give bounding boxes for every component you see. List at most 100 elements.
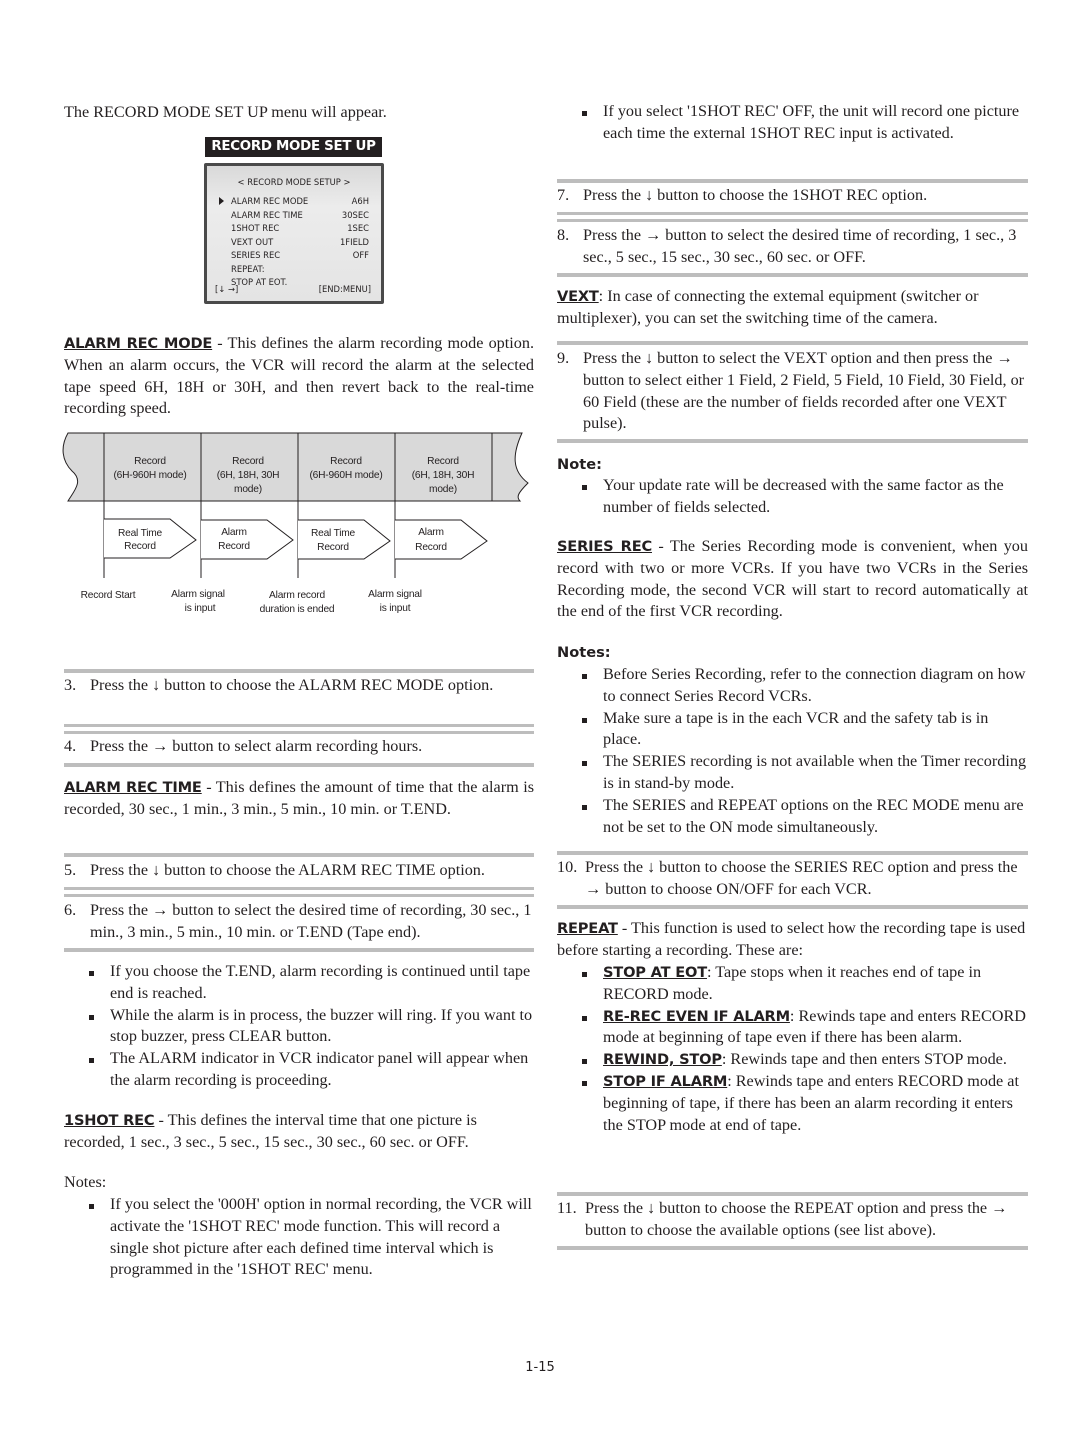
list-item: The SERIES and REPEAT options on the REC… <box>557 795 1028 839</box>
bullet-icon <box>582 111 587 116</box>
svg-text:is input: is input <box>380 603 411 614</box>
repeat-keyword: REPEAT <box>557 920 618 937</box>
svg-text:is input: is input <box>185 603 216 614</box>
osd-end-menu-hint: [END:MENU] <box>318 284 371 294</box>
list-item: If you select the '000H' option in norma… <box>64 1194 534 1281</box>
bullet-icon <box>89 1058 94 1064</box>
osd-row-repeat: REPEAT: <box>231 263 265 274</box>
svg-text:mode): mode) <box>234 484 262 495</box>
series-notes-list: Before Series Recording, refer to the co… <box>557 664 1028 838</box>
osd-menu-header: < RECORD MODE SETUP > <box>237 177 351 187</box>
intro-text: The RECORD MODE SET UP menu will appear. <box>64 103 387 121</box>
osd-menu-title: RECORD MODE SET UP <box>205 137 382 157</box>
svg-text:(6H, 18H, 30H: (6H, 18H, 30H <box>217 470 280 481</box>
section-divider <box>557 179 1028 183</box>
svg-text:(6H-960H mode): (6H-960H mode) <box>113 470 186 481</box>
bullet-icon <box>582 1080 587 1086</box>
alarm-rec-time-paragraph: ALARM REC TIME - This defines the amount… <box>64 778 534 818</box>
osd-row-vext-out: VEXT OUT 1FIELD <box>231 236 369 247</box>
repeat-paragraph: REPEAT - This function is used to select… <box>557 919 1026 959</box>
svg-text:Alarm signal: Alarm signal <box>171 589 225 600</box>
step-3: 3. Press the ↓ button to choose the ALAR… <box>64 676 494 694</box>
notes-label: Notes: <box>557 644 611 661</box>
section-divider <box>64 669 534 673</box>
svg-text:Record: Record <box>124 541 156 552</box>
bullet-icon <box>582 1059 587 1065</box>
bullet-icon <box>582 485 587 490</box>
repeat-options-list: STOP AT EOT: Tape stops when it reaches … <box>557 962 1028 1136</box>
bullet-icon <box>582 972 587 977</box>
osd-row-alarm-rec-time: ALARM REC TIME 30SEC <box>231 209 369 220</box>
svg-text:Record: Record <box>427 456 459 467</box>
list-item: The ALARM indicator in VCR indicator pan… <box>64 1048 534 1092</box>
section-divider <box>64 948 534 952</box>
osd-row-1shot-rec: 1SHOT REC 1SEC <box>231 223 369 233</box>
bullet-icon <box>582 674 587 679</box>
list-item: If you choose the T.END, alarm recording… <box>64 961 534 1005</box>
arrow-shape <box>298 519 391 560</box>
bullet-icon <box>582 717 587 723</box>
osd-row-alarm-rec-mode: ALARM REC MODE A6H <box>231 196 369 206</box>
bullet-icon <box>89 971 94 976</box>
notes-label: Notes: <box>64 1173 107 1191</box>
list-item: If you select '1SHOT REC' OFF, the unit … <box>557 101 1028 145</box>
section-divider <box>64 853 534 857</box>
section-divider <box>64 894 534 897</box>
arrow-shape <box>201 519 294 560</box>
list-item: The SERIES recording is not available wh… <box>557 751 1028 795</box>
svg-text:Record: Record <box>415 542 447 553</box>
alarm-rec-mode-keyword: ALARM REC MODE <box>64 335 213 352</box>
section-divider <box>557 439 1028 443</box>
vext-paragraph: VEXT: In case of connecting the extemal … <box>557 287 979 327</box>
osd-menu-screen: < RECORD MODE SETUP > ALARM REC MODE A6H… <box>204 163 384 304</box>
section-divider <box>557 219 1028 222</box>
osd-nav-arrows-icon: [↓ →] <box>215 284 239 294</box>
page-number: 1-15 <box>525 1360 555 1375</box>
step-10: 10. Press the ↓ button to choose the SER… <box>557 858 1018 898</box>
section-divider <box>557 851 1028 855</box>
svg-text:Real Time: Real Time <box>311 528 356 539</box>
section-divider <box>557 212 1028 215</box>
osd-row-series-rec: SERIES REC OFF <box>231 250 369 260</box>
svg-text:Alarm: Alarm <box>221 527 247 538</box>
step-11: 11. Press the ↓ button to choose the REP… <box>557 1199 1008 1239</box>
bullet-icon <box>582 761 587 767</box>
vext-keyword: VEXT <box>557 288 599 305</box>
step-9: 9. Press the ↓ button to select the VEXT… <box>557 349 1025 433</box>
event-label: Alarm signal is input <box>368 589 422 614</box>
list-item: STOP IF ALARM: Rewinds tape and enters R… <box>557 1071 1028 1136</box>
svg-text:(6H-960H mode): (6H-960H mode) <box>309 470 382 481</box>
section-divider <box>557 1246 1028 1250</box>
1shot-rec-paragraph: 1SHOT REC - This defines the interval ti… <box>64 1111 477 1151</box>
alarm-notes-list: If you choose the T.END, alarm recording… <box>64 961 534 1092</box>
svg-text:duration is ended: duration is ended <box>260 604 335 615</box>
1shot-notes-list: If you select the '000H' option in norma… <box>64 1194 534 1281</box>
svg-text:Alarm signal: Alarm signal <box>368 589 422 600</box>
list-item: RE-REC EVEN IF ALARM: Rewinds tape and e… <box>557 1006 1028 1050</box>
series-rec-keyword: SERIES REC <box>557 538 652 555</box>
section-divider <box>557 1192 1028 1196</box>
event-label: Alarm record duration is ended <box>260 590 335 615</box>
list-item: Before Series Recording, refer to the co… <box>557 664 1028 708</box>
note-label: Note: <box>557 456 602 473</box>
list-item: REWIND, STOP: Rewinds tape and then ente… <box>557 1049 1028 1071</box>
event-label: Record Start <box>81 590 136 601</box>
section-divider <box>64 731 534 734</box>
section-divider <box>557 273 1028 277</box>
svg-text:Record Start: Record Start <box>81 590 136 601</box>
step-4: 4. Press the → button to select alarm re… <box>64 737 423 755</box>
section-divider <box>64 763 534 767</box>
svg-text:mode): mode) <box>429 484 457 495</box>
svg-text:Record: Record <box>330 456 362 467</box>
alarm-recording-timeline-diagram: Record (6H-960H mode) Record (6H, 18H, 3… <box>62 432 529 615</box>
bullet-icon <box>89 1204 94 1209</box>
svg-text:Record: Record <box>317 542 349 553</box>
arrow-shape <box>395 519 488 560</box>
bullet-icon <box>582 804 587 810</box>
list-item: While the alarm is in process, the buzze… <box>64 1005 534 1049</box>
section-divider <box>64 887 534 890</box>
svg-text:Alarm record: Alarm record <box>269 590 325 601</box>
svg-text:(6H, 18H, 30H: (6H, 18H, 30H <box>412 470 475 481</box>
section-divider <box>557 341 1028 345</box>
list-item: Make sure a tape is in the each VCR and … <box>557 708 1028 752</box>
